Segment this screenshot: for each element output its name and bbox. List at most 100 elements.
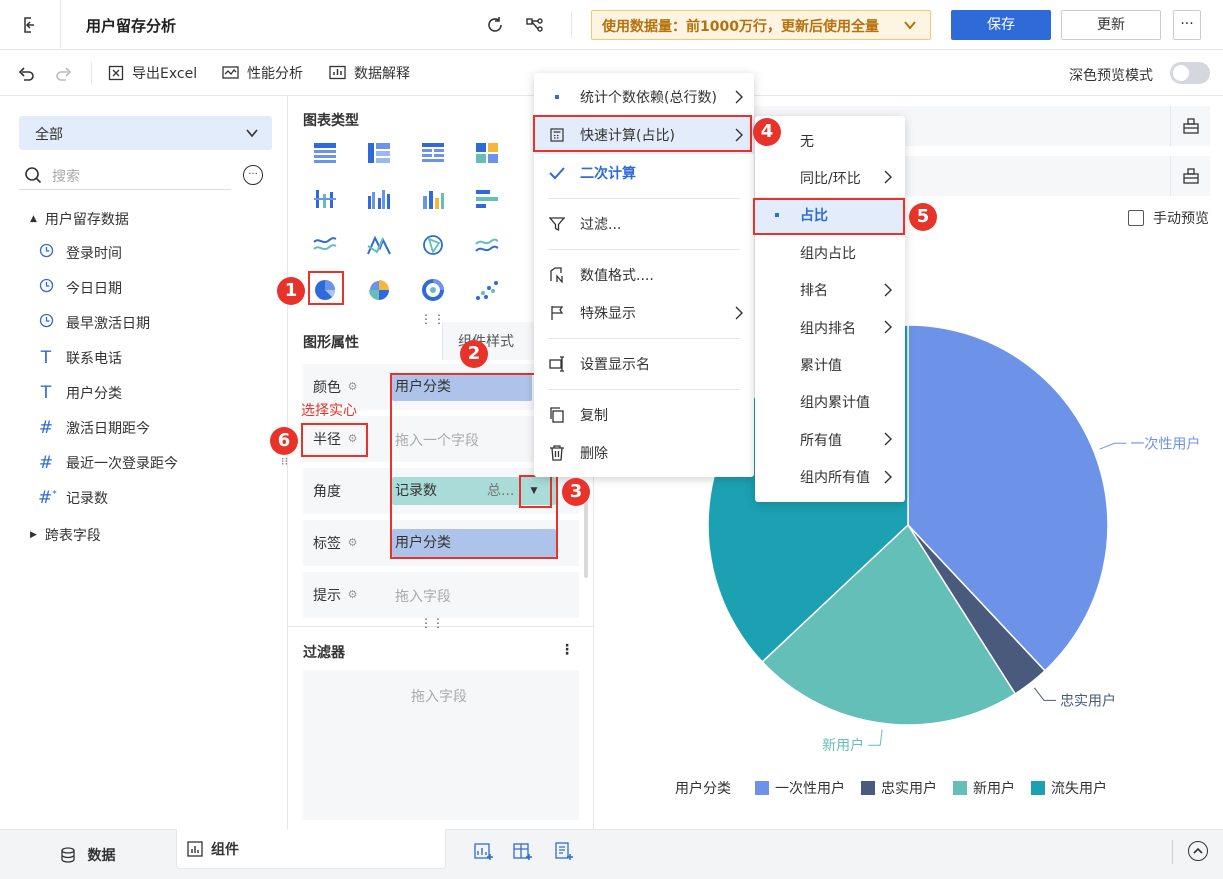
undo-icon[interactable] [16,63,36,83]
stacked-bar-icon[interactable] [313,188,337,210]
grouped-bar-icon[interactable] [367,188,391,210]
submenu-item[interactable]: 累计值 [755,346,905,383]
redo-icon[interactable] [54,63,74,83]
column-chart-icon[interactable] [421,188,445,210]
resize-handle[interactable]: ⋮⋮ [420,616,444,630]
step-badge-5: 5 [909,203,937,231]
shelf-settings-icon[interactable] [1170,106,1210,146]
data-usage-notice[interactable]: 使用数据量：前1000万行，更新后使用全量 [591,10,931,40]
list-item[interactable]: # 激活日期距今 [0,410,288,445]
list-item[interactable]: 今日日期 [0,270,288,305]
scope-select[interactable]: 全部 [19,116,272,150]
submenu-item[interactable]: 所有值 [755,421,905,458]
menu-divider [548,198,740,199]
more-options-icon[interactable]: ··· [243,165,263,185]
drag-handle-icon[interactable]: ⁝⁝ [281,455,288,468]
kpi-card-icon[interactable] [475,142,499,164]
tab-data[interactable]: 数据 [0,830,175,879]
dataset-name: 用户留存数据 [44,212,129,228]
bar-chart-icon[interactable] [475,188,499,210]
lineage-icon[interactable] [524,14,546,36]
update-button[interactable]: 更新 [1061,10,1161,40]
scatter-chart-icon[interactable] [475,279,499,301]
save-button[interactable]: 保存 [951,10,1051,40]
fields-highlight [390,373,558,559]
quick-calc-highlight [533,115,752,152]
menu-item[interactable]: 复制 [534,396,754,434]
collapse-up-icon[interactable] [1188,841,1208,861]
add-table-icon[interactable] [512,840,534,862]
legend-swatch[interactable] [755,781,769,795]
data-explain-button[interactable]: 数据解释 [329,63,410,83]
menu-item[interactable]: 过滤... [534,205,754,243]
refresh-icon[interactable] [484,14,506,36]
list-item[interactable]: 最早激活日期 [0,305,288,340]
exit-icon[interactable] [18,14,42,36]
legend-swatch[interactable] [953,781,967,795]
submenu-item[interactable]: 组内累计值 [755,384,905,421]
list-item[interactable]: T 联系电话 [0,340,288,375]
list-item[interactable]: # 最近一次登录距今 [0,445,288,480]
submenu-item[interactable]: 组内所有值 [755,459,905,496]
field-label: 最近一次登录距今 [66,455,178,472]
gear-icon[interactable]: ⚙ [346,588,359,601]
menu-item[interactable]: 设置显示名 [534,345,754,383]
submenu-item[interactable]: 排名 [755,272,905,309]
field-list: 登录时间 今日日期 最早激活日期 T 联系电话 T 用户分类 # 激活日期距今 [0,235,288,515]
slice-label-leader [868,729,883,746]
clock-icon [38,313,54,332]
list-item[interactable]: T 用户分类 [0,375,288,410]
menu-item[interactable]: 特殊显示 [534,294,754,332]
shelf-settings-icon[interactable] [1170,156,1210,196]
export-excel-button[interactable]: 导出Excel [108,63,197,83]
performance-button[interactable]: 性能分析 [222,63,303,83]
legend-label[interactable]: 忠实用户 [881,780,937,797]
tab-graph-props[interactable]: 图形属性 [288,322,442,360]
dark-preview-toggle[interactable] [1170,62,1210,84]
radar-chart-icon[interactable] [421,234,445,256]
list-item[interactable]: #* 记录数 [0,480,288,515]
donut-chart-icon[interactable] [421,279,445,301]
prop-color-label: 颜色 [313,380,341,396]
dataset-node[interactable]: ▲ 用户留存数据 [30,209,129,229]
legend-label[interactable]: 流失用户 [1051,780,1107,797]
cross-table-icon[interactable] [367,142,391,164]
tab-component-style[interactable]: 组件样式 [442,322,542,360]
legend-swatch[interactable] [1031,781,1045,795]
submenu-item[interactable]: 同比/环比 [755,159,905,196]
menu-item[interactable]: 数值格式.... [534,256,754,294]
submenu-item[interactable]: 组内占比 [755,234,905,271]
tab-component[interactable]: 组件 [176,829,446,869]
legend-label[interactable]: 一次性用户 [775,780,845,797]
gear-icon[interactable]: ⚙ [346,536,359,549]
legend-label[interactable]: 新用户 [973,780,1015,797]
menu-item[interactable]: 统计个数依赖(总行数) [534,78,754,116]
add-text-icon[interactable] [553,840,575,862]
more-button[interactable]: ··· [1173,10,1201,40]
search-box[interactable]: 搜索 [19,160,231,190]
divider [571,12,572,38]
menu-item[interactable]: 删除 [534,434,754,472]
gear-icon[interactable]: ⚙ [346,380,359,393]
menu-item[interactable]: 二次计算 [534,154,754,192]
table-chart-icon[interactable] [313,142,337,164]
tip-drop-placeholder[interactable]: 拖入字段 [395,586,451,606]
polyline-chart-icon[interactable] [367,234,391,256]
calc-number-icon: #* [38,487,57,508]
slice-label: 忠实用户 [1060,692,1116,709]
legend-swatch[interactable] [861,781,875,795]
list-item[interactable]: 登录时间 [0,235,288,270]
detail-table-icon[interactable] [421,142,445,164]
add-component-icon[interactable] [473,840,495,862]
filter-drop-zone[interactable]: 拖入字段 [303,670,579,820]
caret-right-icon: ▶ [30,530,37,540]
cross-table-node[interactable]: ▶ 跨表字段 [30,525,101,545]
rose-chart-icon[interactable] [367,279,391,301]
submenu-item[interactable]: 组内排名 [755,309,905,346]
scrollbar[interactable] [584,500,588,578]
line-chart-icon[interactable] [313,234,337,256]
menu-item-label: 删除 [580,446,608,462]
area-chart-icon[interactable] [475,234,499,256]
kebab-icon[interactable]: ⋮ [560,642,574,658]
step-badge-3: 3 [562,478,590,506]
